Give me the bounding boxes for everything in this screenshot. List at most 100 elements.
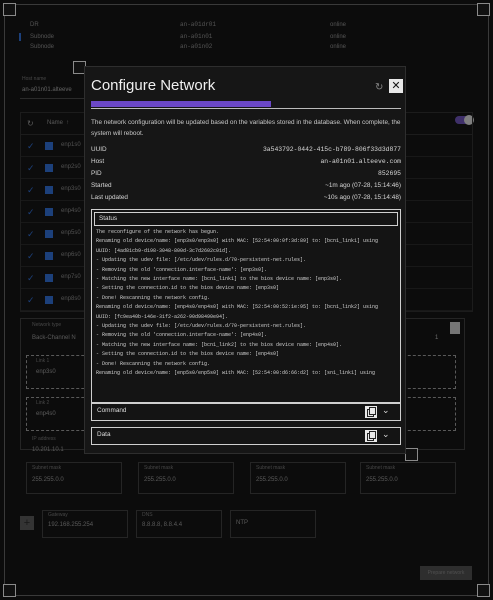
delete-icon[interactable] — [450, 322, 460, 334]
status-log[interactable]: The reconfigure of the network has begun… — [94, 228, 398, 400]
network-type-select[interactable]: Back-Channel N — [32, 335, 76, 341]
add-network-button[interactable]: + — [20, 516, 34, 530]
link1-label: Link 1 — [36, 358, 50, 364]
close-button[interactable]: ✕ — [389, 79, 403, 93]
drag-handle-icon[interactable] — [45, 230, 53, 238]
node-state: online — [330, 44, 347, 50]
frame-corner-bottom-right — [477, 584, 490, 597]
log-line: - Done! Rescanning the network config. — [96, 294, 211, 301]
selected-indicator — [19, 33, 21, 41]
info-key: Last updated — [91, 194, 128, 201]
sort-arrow-icon: ↑ — [66, 120, 69, 126]
check-icon: ✓ — [27, 207, 35, 217]
status-panel: Status The reconfigure of the network ha… — [91, 209, 401, 403]
frame-corner-top-left — [3, 3, 16, 16]
info-value: 3a543792-0442-415c-b789-806f33d3d877 — [262, 146, 401, 153]
configure-network-dialog: Configure Network ↻ ✕ The network config… — [84, 66, 406, 454]
gateway-label: Gateway — [48, 512, 68, 518]
check-icon: ✓ — [27, 251, 35, 261]
drag-handle-icon[interactable] — [45, 186, 53, 194]
info-pid: PID 852695 — [91, 168, 401, 179]
subnet-label: Subnet mask — [144, 465, 174, 471]
progress-bar — [91, 101, 401, 109]
node-name: an-a01dr01 — [180, 21, 217, 28]
drag-handle-icon[interactable] — [45, 274, 53, 282]
loading-spinner-icon: ↻ — [375, 82, 384, 93]
subnet-input[interactable]: 255.255.0.0 — [366, 477, 398, 483]
host-name-input[interactable]: an-a01n01.alteeve — [20, 81, 90, 99]
data-label: Data — [97, 431, 111, 438]
interface-name: enp7s0 — [61, 274, 81, 280]
subnet-label: Subnet mask — [366, 465, 396, 471]
subnet-label: Subnet mask — [32, 465, 62, 471]
data-accordion[interactable]: Data ⌄ — [91, 427, 401, 445]
check-icon: ✓ — [27, 229, 35, 239]
interface-name: enp8s0 — [61, 296, 81, 302]
info-started: Started ~1m ago (07-28, 15:14:46) — [91, 180, 401, 191]
node-row-dr[interactable]: DR an-a01dr01 online — [30, 20, 470, 30]
node-row-subnode-2[interactable]: Subnode an-a01n02 online — [30, 42, 470, 52]
info-host: Host an-a01n01.alteeve.com — [91, 156, 401, 167]
chevron-down-icon[interactable]: ⌄ — [382, 429, 390, 440]
info-value: ~10s ago (07-28, 15:14:48) — [323, 194, 401, 201]
node-role: Subnode — [30, 44, 55, 50]
chevron-down-icon[interactable]: ⌄ — [382, 405, 390, 416]
log-line: - Updating the udev file: [/etc/udev/rul… — [96, 323, 307, 330]
drag-handle-icon[interactable] — [45, 208, 53, 216]
node-role: DR — [30, 22, 39, 28]
network-number: 1 — [435, 335, 439, 341]
log-line: The reconfigure of the network has begun… — [96, 229, 220, 235]
info-key: UUID — [91, 146, 107, 153]
drag-handle-icon[interactable] — [45, 296, 53, 304]
dns-label: DNS — [142, 512, 153, 518]
log-line: UUID: [fc9ea40b-146e-31f2-a262-90d98490e… — [96, 313, 229, 320]
dialog-title: Configure Network — [91, 77, 216, 94]
subnet-input[interactable]: 255.255.0.0 — [32, 477, 64, 483]
interface-name: enp2s0 — [61, 164, 81, 170]
log-line: - Updating the udev file: [/etc/udev/rul… — [96, 257, 307, 264]
check-icon: ✓ — [27, 185, 35, 195]
progress-fill — [91, 101, 271, 107]
log-line: Renaming old device/name: [enp3s0/enp3s0… — [96, 238, 379, 245]
info-key: Host — [91, 158, 105, 165]
node-row-subnode-1[interactable]: Subnode an-a01n01 online — [19, 32, 470, 42]
gateway-input[interactable]: 192.168.255.254 — [48, 522, 93, 528]
status-header: Status — [94, 212, 398, 226]
check-icon: ✓ — [27, 295, 35, 305]
subnet-input[interactable]: 255.255.0.0 — [256, 477, 288, 483]
copy-icon[interactable] — [365, 406, 377, 418]
log-line: - Matching the new interface name: [bcn1… — [96, 341, 343, 348]
log-line: - Done! Rescanning the network config. — [96, 360, 211, 367]
log-line: Renaming old device/name: [enp4s0/enp4s0… — [96, 304, 379, 311]
check-icon: ✓ — [27, 273, 35, 283]
frame-corner-bottom-left — [3, 584, 16, 597]
dialog-description: The network configuration will be update… — [91, 119, 401, 137]
ntp-input[interactable]: NTP — [236, 520, 248, 526]
info-last-updated: Last updated ~10s ago (07-28, 15:14:48) — [91, 192, 401, 203]
dns-input[interactable]: 8.8.8.8, 8.8.4.4 — [142, 522, 182, 528]
log-line: Renaming old device/name: [enp5s0/enp5s0… — [96, 370, 376, 377]
node-state: online — [330, 34, 347, 40]
info-uuid: UUID 3a543792-0442-415c-b789-806f33d3d87… — [91, 144, 401, 155]
log-line: - Matching the new interface name: [bcn1… — [96, 276, 343, 283]
node-role: Subnode — [30, 34, 55, 40]
page: DR an-a01dr01 online Subnode an-a01n01 o… — [0, 0, 493, 600]
prepare-network-button[interactable]: Prepare network — [420, 566, 472, 580]
refresh-icon[interactable]: ↻ — [27, 119, 34, 128]
log-line: UUID: [4ad81cb9-d198-3048-800d-3c7d2602c… — [96, 247, 232, 254]
node-state: online — [330, 22, 347, 28]
interface-name: enp5s0 — [61, 230, 81, 236]
info-value: ~1m ago (07-28, 15:14:46) — [325, 182, 401, 189]
drag-handle-icon[interactable] — [45, 252, 53, 260]
resize-handle-bottom-right[interactable] — [405, 448, 418, 461]
drag-handle-icon[interactable] — [45, 142, 53, 150]
subnet-input[interactable]: 255.255.0.0 — [144, 477, 176, 483]
link1-value: enp3s0 — [36, 369, 56, 375]
command-label: Command — [97, 407, 127, 414]
drag-handle-icon[interactable] — [45, 164, 53, 172]
command-accordion[interactable]: Command ⌄ — [91, 403, 401, 421]
column-name[interactable]: Name — [47, 120, 63, 126]
ip-input[interactable]: 10.201.10.1 — [32, 447, 64, 453]
info-key: PID — [91, 170, 102, 177]
copy-icon[interactable] — [365, 430, 377, 442]
